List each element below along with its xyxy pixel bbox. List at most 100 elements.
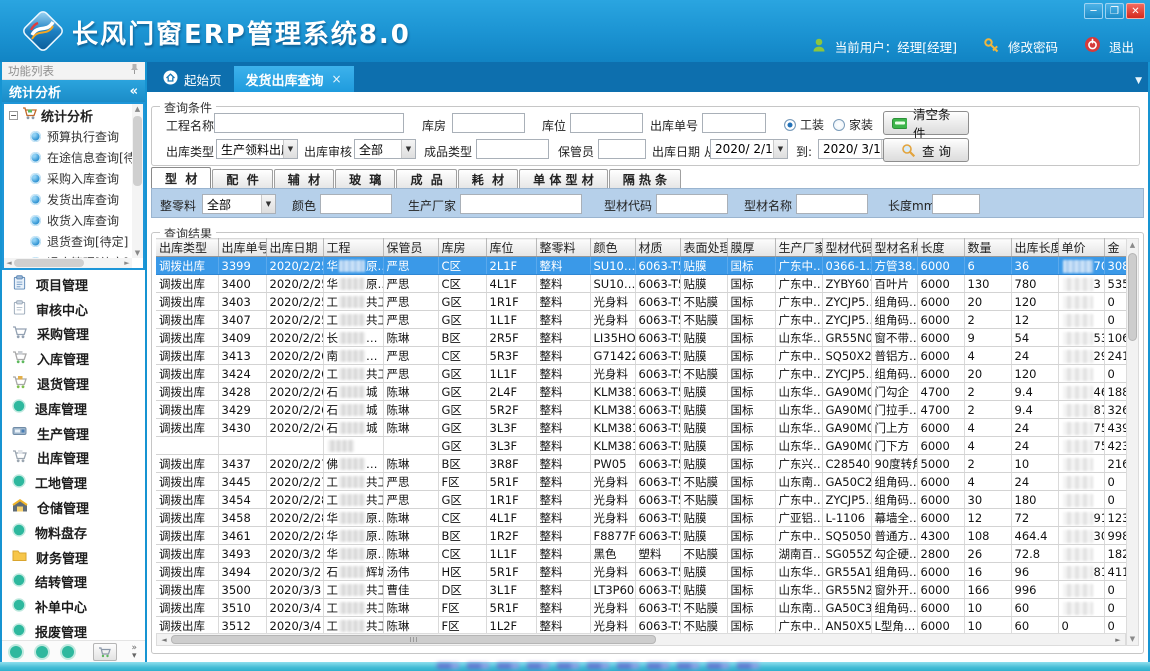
radio-home-install[interactable]: 家装 [833, 116, 873, 133]
scrollbar-thumb[interactable] [14, 259, 84, 267]
tab-shipping-outbound-query[interactable]: 发货出库查询 × [234, 66, 354, 92]
scroll-up-icon[interactable]: ▲ [1127, 240, 1138, 250]
search-button[interactable]: 查 询 [883, 138, 969, 162]
tree-root[interactable]: − 统计分析 [4, 104, 143, 126]
grid-vertical-scrollbar[interactable]: ▲ ▼ [1126, 238, 1139, 646]
outbound-type-select[interactable]: 生产领料出库▼ [216, 139, 298, 159]
sidebar-item-审核中心[interactable]: 审核中心 [2, 297, 145, 322]
module-dot-icon[interactable] [10, 646, 22, 658]
sidebar-item-报废管理[interactable]: 报废管理 [2, 619, 145, 640]
piece-select[interactable]: 全部▼ [202, 194, 276, 214]
sidebar-item-财务管理[interactable]: 财务管理 [2, 545, 145, 570]
sidebar-item-补单中心[interactable]: 补单中心 [2, 594, 145, 619]
column-header[interactable]: 型材代码 [822, 239, 871, 257]
minimize-button[interactable]: ─ [1084, 3, 1103, 19]
material-tab-1[interactable]: 型 材 [151, 167, 211, 188]
table-row[interactable]: 调拨出库34282020/2/26石城陈琳G区2L4F整料KLM38176063… [156, 383, 1128, 401]
module-cart-button[interactable] [93, 643, 117, 661]
column-header[interactable]: 颜色 [590, 239, 635, 257]
sidebar-item-出库管理[interactable]: 出库管理 [2, 446, 145, 471]
material-tab-4[interactable]: 玻 璃 [335, 169, 395, 188]
sidebar-item-物料盘存[interactable]: 物料盘存 [2, 520, 145, 545]
table-row[interactable]: 调拨出库34612020/2/28华原…陈琳B区1R2F整料F8877FT606… [156, 527, 1128, 545]
column-header[interactable]: 工程 [323, 239, 383, 257]
module-dot-icon[interactable] [62, 646, 74, 658]
column-header[interactable]: 出库单号 [218, 239, 266, 257]
location-input[interactable] [570, 113, 643, 133]
table-row[interactable]: 调拨出库34942020/3/2石辉城汤伟H区5R1F整料光身料6063-T5贴… [156, 563, 1128, 581]
project-name-input[interactable] [214, 113, 404, 133]
column-header[interactable]: 库房 [438, 239, 486, 257]
material-tab-2[interactable]: 配 件 [212, 169, 272, 188]
sidebar-item-工地管理[interactable]: 工地管理 [2, 470, 145, 495]
sidebar-item-生产管理[interactable]: 生产管理 [2, 421, 145, 446]
scroll-left-icon[interactable]: ◄ [157, 636, 171, 644]
audit-select[interactable]: 全部▼ [354, 139, 416, 159]
column-header[interactable]: 材质 [635, 239, 680, 257]
column-header[interactable]: 出库日期 [266, 239, 323, 257]
table-row[interactable]: 调拨出库34132020/2/26南…严思C区5R3F整料G714226063-… [156, 347, 1128, 365]
table-row[interactable]: 调拨出库34032020/2/25工共工程严思G区1R1F整料光身料6063-T… [156, 293, 1128, 311]
column-header[interactable]: 金 [1104, 239, 1128, 257]
material-tab-3[interactable]: 辅 材 [274, 169, 334, 188]
more-modules-chevron[interactable]: »▾ [131, 644, 137, 660]
tree-vertical-scrollbar[interactable]: ▲ ▼ [132, 104, 143, 258]
column-header[interactable]: 单价 [1058, 239, 1104, 257]
material-tab-8[interactable]: 隔 热 条 [609, 169, 681, 188]
sidebar-item-退货管理[interactable]: 退货管理 [2, 371, 145, 396]
tree-expander-icon[interactable]: − [9, 111, 18, 120]
scroll-up-icon[interactable]: ▲ [132, 104, 143, 114]
column-header[interactable]: 保管员 [383, 239, 438, 257]
table-row[interactable]: 调拨出库34072020/2/25工共工程严思G区1L1F整料光身料6063-T… [156, 311, 1128, 329]
sidebar-item-结转管理[interactable]: 结转管理 [2, 570, 145, 595]
table-row[interactable]: 调拨出库34372020/2/27佛…陈琳B区3R8F整料PW056063-T5… [156, 455, 1128, 473]
sidebar-item-采购管理[interactable]: 采购管理 [2, 322, 145, 347]
profile-name-input[interactable] [796, 194, 868, 214]
clear-conditions-button[interactable]: 清空条件 [883, 111, 969, 135]
date-from-select[interactable]: 2020/ 2/16▼ [710, 139, 788, 159]
manufacturer-input[interactable] [460, 194, 582, 214]
pin-icon[interactable] [130, 63, 139, 78]
material-tab-7[interactable]: 单 体 型 材 [519, 169, 608, 188]
maximize-button[interactable]: ❐ [1105, 3, 1124, 19]
column-header[interactable]: 出库长度 [1011, 239, 1058, 257]
table-row[interactable]: 调拨出库34932020/3/2华原…陈琳C区1L1F整料黑色塑料不贴膜国标湖南… [156, 545, 1128, 563]
column-header[interactable]: 库位 [486, 239, 536, 257]
sidebar-item-退库管理[interactable]: 退库管理 [2, 396, 145, 421]
order-no-input[interactable] [702, 113, 766, 133]
column-header[interactable]: 型材名称 [871, 239, 917, 257]
tree-item[interactable]: 收货入库查询 [4, 210, 143, 231]
scrollbar-thumb[interactable] [171, 635, 656, 644]
table-row[interactable]: 调拨出库34002020/2/25华原…严思C区4L1F整料SU10…6063-… [156, 275, 1128, 293]
tree-item[interactable]: 在途信息查询[待 [4, 147, 143, 168]
material-tab-6[interactable]: 耗 材 [458, 169, 518, 188]
change-password-link[interactable]: 修改密码 [1008, 37, 1058, 56]
scroll-right-icon[interactable]: ► [1111, 636, 1125, 644]
collapse-icon[interactable]: « [130, 84, 138, 99]
logout-link[interactable]: 退出 [1109, 37, 1134, 56]
scroll-down-icon[interactable]: ▼ [1127, 634, 1138, 644]
product-type-input[interactable] [476, 139, 549, 159]
table-row[interactable]: 调拨出库34242020/2/26工共工程严思G区1L1F整料光身料6063-T… [156, 365, 1128, 383]
sidebar-item-仓储管理[interactable]: 仓储管理 [2, 495, 145, 520]
sidebar-item-项目管理[interactable]: 项目管理 [2, 272, 145, 297]
column-header[interactable]: 整零料 [536, 239, 590, 257]
table-row[interactable]: 调拨出库34582020/2/28华原…陈琳C区4L1F整料光身料6063-T5… [156, 509, 1128, 527]
scrollbar-thumb[interactable] [133, 116, 142, 186]
tab-close-icon[interactable]: × [332, 72, 342, 86]
table-row[interactable]: 调拨出库33992020/2/25华原…严思C区2L1F整料SU10…6063-… [156, 257, 1128, 275]
scrollbar-thumb[interactable] [1128, 253, 1137, 341]
tree-item[interactable]: 采购入库查询 [4, 168, 143, 189]
close-button[interactable]: ✕ [1126, 3, 1145, 19]
table-row[interactable]: G区3L3F整料KLM38176063-T5贴膜国标山东华…GA90M09…门下… [156, 437, 1128, 455]
tab-list-chevron-icon[interactable]: ▼ [1135, 76, 1142, 86]
keeper-input[interactable] [598, 139, 646, 159]
color-input[interactable] [320, 194, 392, 214]
table-row[interactable]: 调拨出库34092020/2/25长…陈琳B区2R5F整料LI35HO6063-… [156, 329, 1128, 347]
table-row[interactable]: 调拨出库34302020/2/26石城陈琳G区3L3F整料KLM38176063… [156, 419, 1128, 437]
warehouse-input[interactable] [452, 113, 525, 133]
table-row[interactable]: 调拨出库34452020/2/27工共工程严思F区5R1F整料光身料6063-T… [156, 473, 1128, 491]
column-header[interactable]: 出库类型 [156, 239, 218, 257]
table-row[interactable]: 调拨出库34542020/2/28工共工程严思G区1R1F整料光身料6063-T… [156, 491, 1128, 509]
scroll-down-icon[interactable]: ▼ [132, 248, 143, 258]
